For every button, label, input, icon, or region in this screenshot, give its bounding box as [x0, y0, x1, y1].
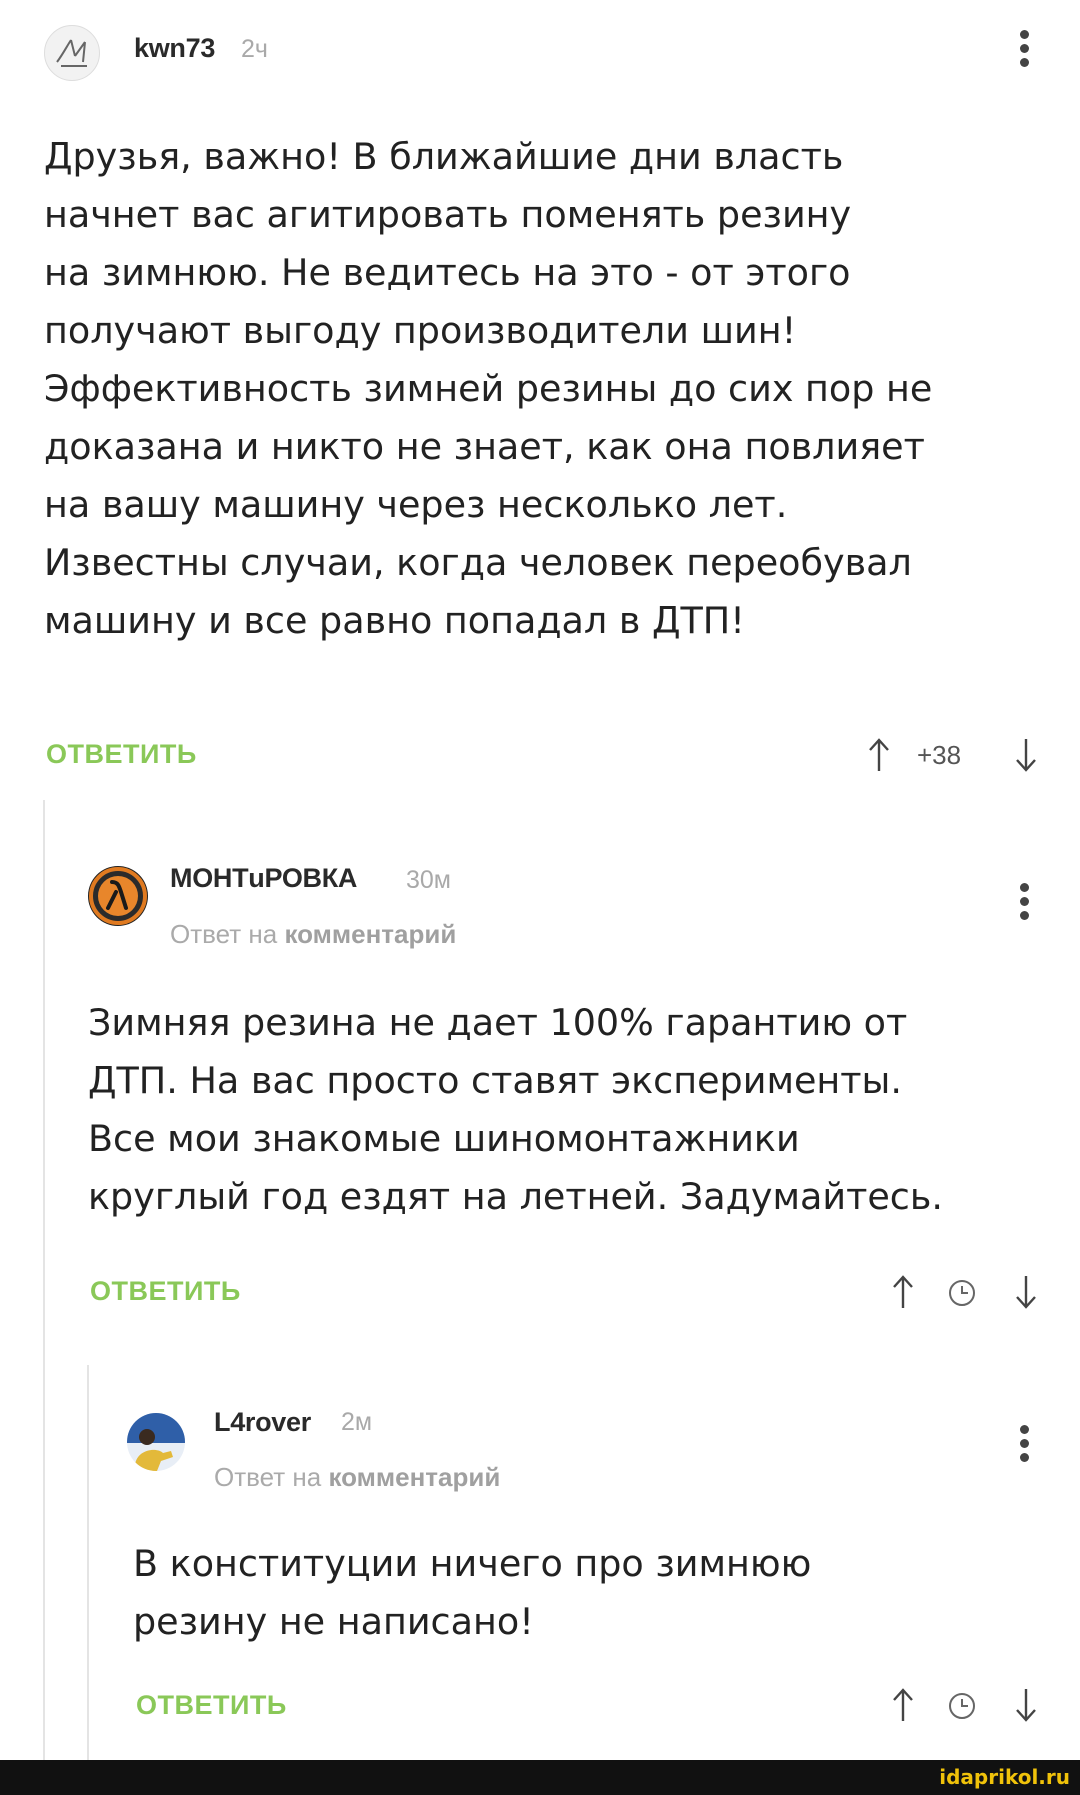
hand-sketch-avatar-icon	[56, 39, 87, 67]
watermark-text: idaprikol.ru	[939, 1765, 1070, 1789]
comment-text: Зимняя резина не дает 100% гарантию от Д…	[88, 994, 943, 1226]
comment-time: 2ч	[241, 35, 268, 63]
reply-to-link[interactable]: комментарий	[328, 1462, 500, 1492]
comment-l4rover: L4rover 2м Ответ на комментарий В консти…	[0, 1365, 1080, 1760]
comment-time: 30м	[406, 866, 451, 894]
avatar[interactable]	[127, 1413, 185, 1471]
author-name[interactable]: kwn73	[134, 33, 215, 64]
reply-to-prefix: Ответ на	[214, 1462, 329, 1492]
text-line: доказана и никто не знает, как она повли…	[44, 425, 925, 468]
text-line: Все мои знакомые шиномонтажники	[88, 1117, 800, 1160]
reply-to-label: Ответ на комментарий	[170, 919, 456, 950]
text-line: Эффективность зимней резины до сих пор н…	[44, 367, 933, 410]
clock-icon	[949, 1280, 975, 1306]
reply-button[interactable]: ОТВЕТИТЬ	[90, 1276, 241, 1307]
more-menu-icon[interactable]	[1020, 30, 1030, 72]
text-line: ДТП. На вас просто ставят эксперименты.	[88, 1059, 902, 1102]
reply-to-prefix: Ответ на	[170, 919, 285, 949]
downvote-arrow-icon[interactable]	[1015, 1274, 1037, 1310]
text-line: на вашу машину через несколько лет.	[44, 483, 788, 526]
more-menu-icon[interactable]	[1020, 883, 1030, 925]
upvote-arrow-icon[interactable]	[892, 1274, 914, 1310]
comment-text: В конституции ничего про зимнюю резину н…	[133, 1535, 811, 1651]
reply-button[interactable]: ОТВЕТИТЬ	[46, 739, 197, 770]
comment-time: 2м	[341, 1408, 373, 1436]
reply-button[interactable]: ОТВЕТИТЬ	[136, 1690, 287, 1721]
text-line: начнет вас агитировать поменять резину	[44, 193, 852, 236]
downvote-arrow-icon[interactable]	[1015, 1687, 1037, 1723]
author-name[interactable]: МОНТuРОВКА	[170, 863, 357, 894]
downvote-arrow-icon[interactable]	[1015, 737, 1037, 773]
text-line: Известны случаи, когда человек переобува…	[44, 541, 912, 584]
author-name[interactable]: L4rover	[214, 1407, 311, 1438]
text-line: Зимняя резина не дает 100% гарантию от	[88, 1001, 908, 1044]
lambda-logo-icon	[89, 867, 147, 925]
text-line: получают выгоду производители шин!	[44, 309, 797, 352]
upvote-arrow-icon[interactable]	[868, 737, 890, 773]
reply-to-label: Ответ на комментарий	[214, 1462, 500, 1493]
text-line: резину не написано!	[133, 1600, 534, 1643]
rating-count: +38	[917, 740, 962, 770]
upvote-arrow-icon[interactable]	[892, 1687, 914, 1723]
text-line: круглый год ездят на летней. Задумайтесь…	[88, 1175, 943, 1218]
text-line: машину и все равно попадал в ДТП!	[44, 599, 745, 642]
text-line: Друзья, важно! В ближайшие дни власть	[44, 135, 844, 178]
text-line: на зимнюю. Не ведитесь на это - от этого	[44, 251, 851, 294]
comment-text: Друзья, важно! В ближайшие дни власть на…	[44, 128, 932, 650]
user-photo-avatar-icon	[127, 1413, 185, 1471]
comment-montirovka: МОНТuРОВКА 30м Ответ на комментарий Зимн…	[0, 800, 1080, 1365]
more-menu-icon[interactable]	[1020, 1425, 1030, 1467]
avatar[interactable]	[88, 866, 148, 926]
avatar[interactable]	[44, 25, 100, 81]
text-line: В конституции ничего про зимнюю	[133, 1542, 812, 1585]
reply-to-link[interactable]: комментарий	[284, 919, 456, 949]
clock-icon	[949, 1693, 975, 1719]
comment-kwn73: kwn73 2ч Друзья, важно! В ближайшие дни …	[0, 0, 1080, 800]
watermark-bar	[0, 1760, 1080, 1795]
